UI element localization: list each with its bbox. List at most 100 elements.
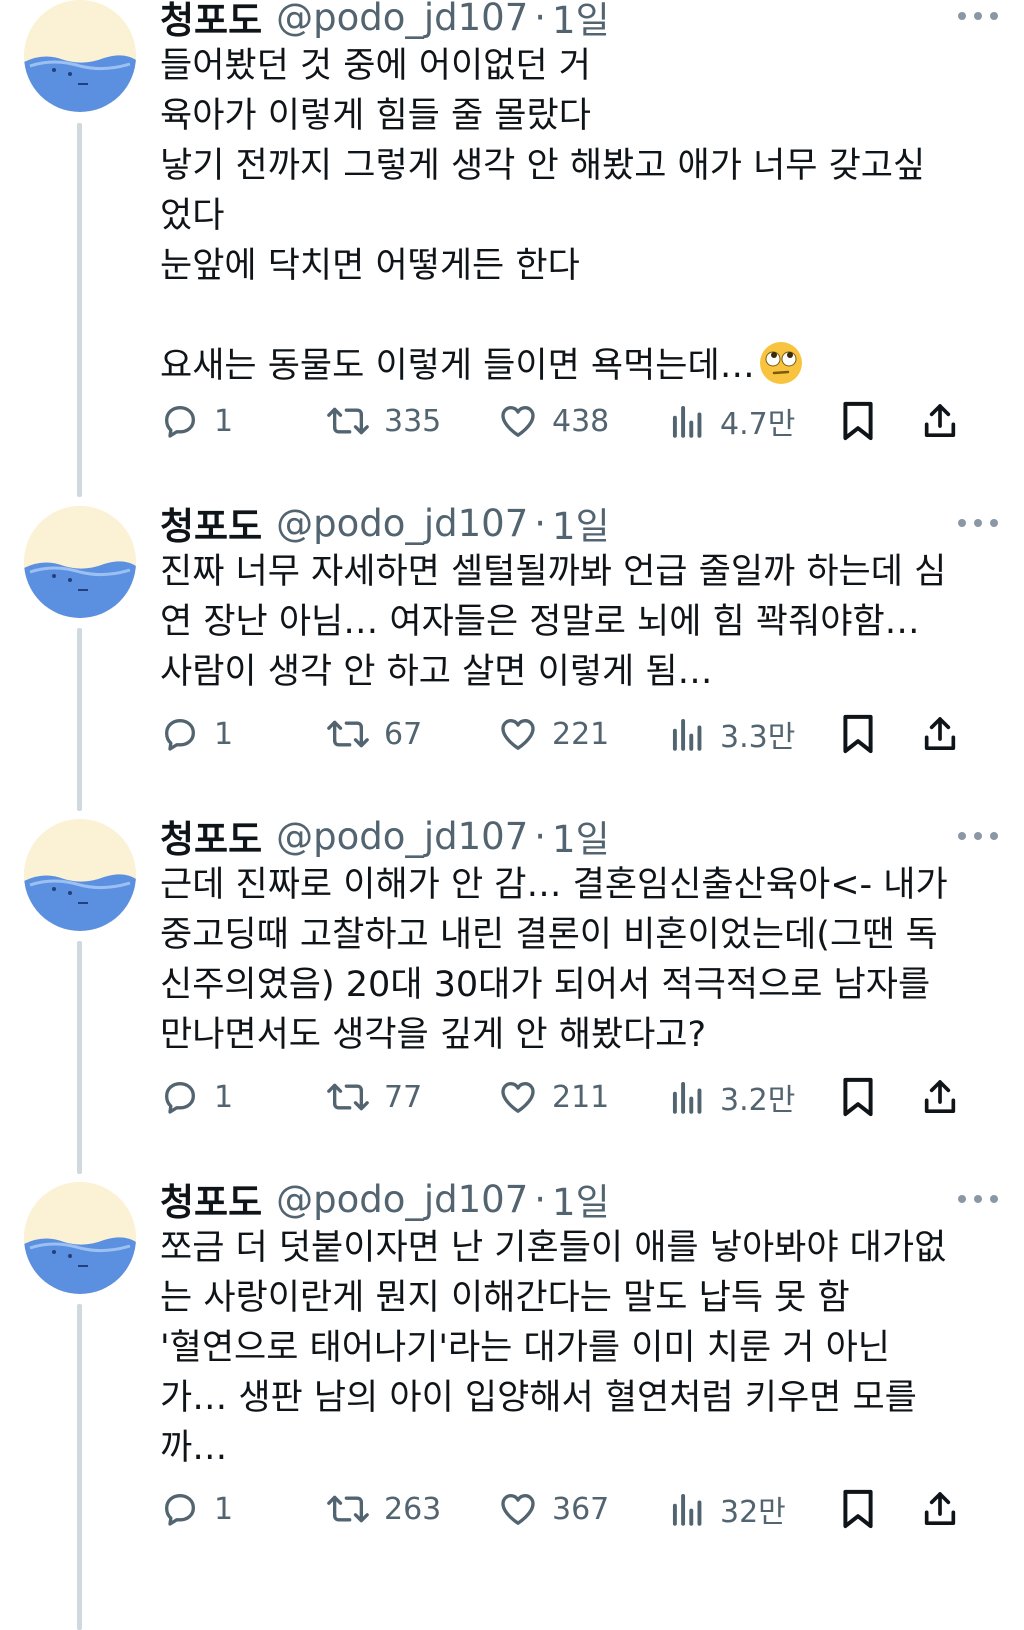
tweet-text-line: 쪼금 더 덧붙이자면 난 기혼들이 애를 낳아봐야 대가없 xyxy=(160,1228,947,1268)
heart-icon xyxy=(501,1082,535,1113)
views-count: 3.2만 xyxy=(720,1083,796,1118)
timestamp[interactable]: 1일 xyxy=(552,809,610,863)
share-icon xyxy=(924,717,956,750)
tweet-text-line: 는 사랑이란게 뭔지 이해간다는 말도 납득 못 함 xyxy=(160,1278,850,1318)
author-name[interactable]: 청포도 xyxy=(160,0,262,44)
more-dots-icon[interactable] xyxy=(958,513,998,533)
separator-dot: · xyxy=(534,1177,547,1221)
tweet-actions: 1 67 221 3.3만 xyxy=(160,711,980,757)
author-handle[interactable]: @podo_jd107 xyxy=(276,815,528,858)
more-dots-icon[interactable] xyxy=(958,826,998,846)
bookmark-button[interactable] xyxy=(840,1486,876,1532)
reply-count: 1 xyxy=(214,1491,234,1527)
reply-button[interactable]: 1 xyxy=(160,711,233,757)
like-count: 438 xyxy=(552,403,610,439)
tweet-actions: 1 77 211 3.2만 xyxy=(160,1074,980,1120)
tweet-text-line: 근데 진짜로 이해가 안 감… 결혼임신출산육아<- 내가 xyxy=(160,865,948,905)
share-button[interactable] xyxy=(920,398,960,444)
share-icon xyxy=(924,1080,956,1113)
author-name[interactable]: 청포도 xyxy=(160,1172,262,1226)
retweet-button[interactable]: 335 xyxy=(326,398,441,444)
tweet-text-line: 가… 생판 남의 아이 입양해서 혈연처럼 키우면 모를 xyxy=(160,1378,917,1418)
separator-dot: · xyxy=(534,0,547,39)
reply-button[interactable]: 1 xyxy=(160,1074,233,1120)
bookmark-button[interactable] xyxy=(840,711,876,757)
like-count: 221 xyxy=(552,716,610,752)
tweet-text-line: 사람이 생각 안 하고 살면 이렇게 됨… xyxy=(160,652,713,692)
thread-connector-line xyxy=(77,1304,82,1630)
like-button[interactable]: 438 xyxy=(498,398,609,444)
share-button[interactable] xyxy=(920,1486,960,1532)
retweet-icon xyxy=(327,407,369,435)
tweet-text-line: 육아가 이렇게 힘들 줄 몰랐다 xyxy=(160,96,591,136)
author-name[interactable]: 청포도 xyxy=(160,496,262,550)
retweet-icon xyxy=(327,1083,369,1111)
retweet-count: 67 xyxy=(384,716,423,752)
views-chart-icon xyxy=(672,1081,702,1114)
tweet-header: 청포도 @podo_jd107 · 1일 xyxy=(160,501,984,549)
more-dots-icon[interactable] xyxy=(958,6,998,26)
share-button[interactable] xyxy=(920,711,960,757)
reply-count: 1 xyxy=(214,1079,234,1115)
timestamp[interactable]: 1일 xyxy=(552,496,610,550)
reply-button[interactable]: 1 xyxy=(160,398,233,444)
avatar[interactable] xyxy=(24,506,136,618)
views-button[interactable]: 4.7만 xyxy=(670,398,795,444)
tweet-text-line: 중고딩때 고찰하고 내린 결론이 비혼이었는데(그땐 독 xyxy=(160,915,938,955)
tweet-text-line: 낳기 전까지 그렇게 생각 안 해봤고 애가 너무 갖고싶 xyxy=(160,146,926,186)
tweet-actions: 1 335 438 4.7만 xyxy=(160,398,980,444)
reply-icon xyxy=(165,1082,195,1114)
views-button[interactable]: 3.3만 xyxy=(670,711,795,757)
views-count: 4.7만 xyxy=(720,407,796,442)
views-chart-icon xyxy=(672,1493,702,1526)
thread-connector-line xyxy=(77,628,82,811)
tweet-text-line: 신주의였음) 20대 30대가 되어서 적극적으로 남자를 xyxy=(160,965,931,1005)
retweet-button[interactable]: 77 xyxy=(326,1074,422,1120)
bookmark-button[interactable] xyxy=(840,1074,876,1120)
tweet-actions: 1 263 367 32만 xyxy=(160,1486,980,1532)
retweet-icon xyxy=(327,720,369,748)
avatar[interactable] xyxy=(24,0,136,112)
timestamp[interactable]: 1일 xyxy=(552,0,610,44)
retweet-button[interactable]: 67 xyxy=(326,711,422,757)
heart-icon xyxy=(501,1494,535,1525)
reply-icon xyxy=(165,1494,195,1526)
like-button[interactable]: 221 xyxy=(498,711,609,757)
tweet-text-line: 눈앞에 닥치면 어떻게든 한다 xyxy=(160,246,580,286)
tweet-text: 근데 진짜로 이해가 안 감… 결혼임신출산육아<- 내가 중고딩때 고찰하고 … xyxy=(160,860,990,1060)
views-button[interactable]: 32만 xyxy=(670,1486,786,1532)
tweet-text-line: '혈연으로 태어나기'라는 대가를 이미 치룬 거 아닌 xyxy=(160,1328,890,1368)
tweet-text-line: 까… xyxy=(160,1428,228,1468)
views-count: 3.3만 xyxy=(720,720,796,755)
author-handle[interactable]: @podo_jd107 xyxy=(276,0,528,39)
tweet-text-line: 었다 xyxy=(160,196,225,236)
bookmark-button[interactable] xyxy=(840,398,876,444)
heart-icon xyxy=(501,719,535,750)
thread-connector-line xyxy=(77,941,82,1174)
author-handle[interactable]: @podo_jd107 xyxy=(276,502,528,545)
reply-icon xyxy=(165,719,195,751)
tweet-text-line: 요새는 동물도 이렇게 들이면 욕먹는데… xyxy=(160,346,755,386)
author-name[interactable]: 청포도 xyxy=(160,809,262,863)
reply-button[interactable]: 1 xyxy=(160,1486,233,1532)
share-icon xyxy=(924,1492,956,1525)
tweet-text-line: 진짜 너무 자세하면 셀털될까봐 언급 줄일까 하는데 심 xyxy=(160,552,947,592)
separator-dot: · xyxy=(534,814,547,858)
author-handle[interactable]: @podo_jd107 xyxy=(276,1178,528,1221)
views-chart-icon xyxy=(672,718,702,751)
like-button[interactable]: 211 xyxy=(498,1074,609,1120)
heart-icon xyxy=(501,406,535,437)
more-dots-icon[interactable] xyxy=(958,1189,998,1209)
retweet-button[interactable]: 263 xyxy=(326,1486,441,1532)
avatar[interactable] xyxy=(24,819,136,931)
share-icon xyxy=(924,404,956,437)
like-button[interactable]: 367 xyxy=(498,1486,609,1532)
avatar[interactable] xyxy=(24,1182,136,1294)
reply-icon xyxy=(165,406,195,438)
like-count: 367 xyxy=(552,1491,610,1527)
timestamp[interactable]: 1일 xyxy=(552,1172,610,1226)
reply-count: 1 xyxy=(214,716,234,752)
bookmark-icon xyxy=(843,1077,873,1117)
views-button[interactable]: 3.2만 xyxy=(670,1074,795,1120)
share-button[interactable] xyxy=(920,1074,960,1120)
